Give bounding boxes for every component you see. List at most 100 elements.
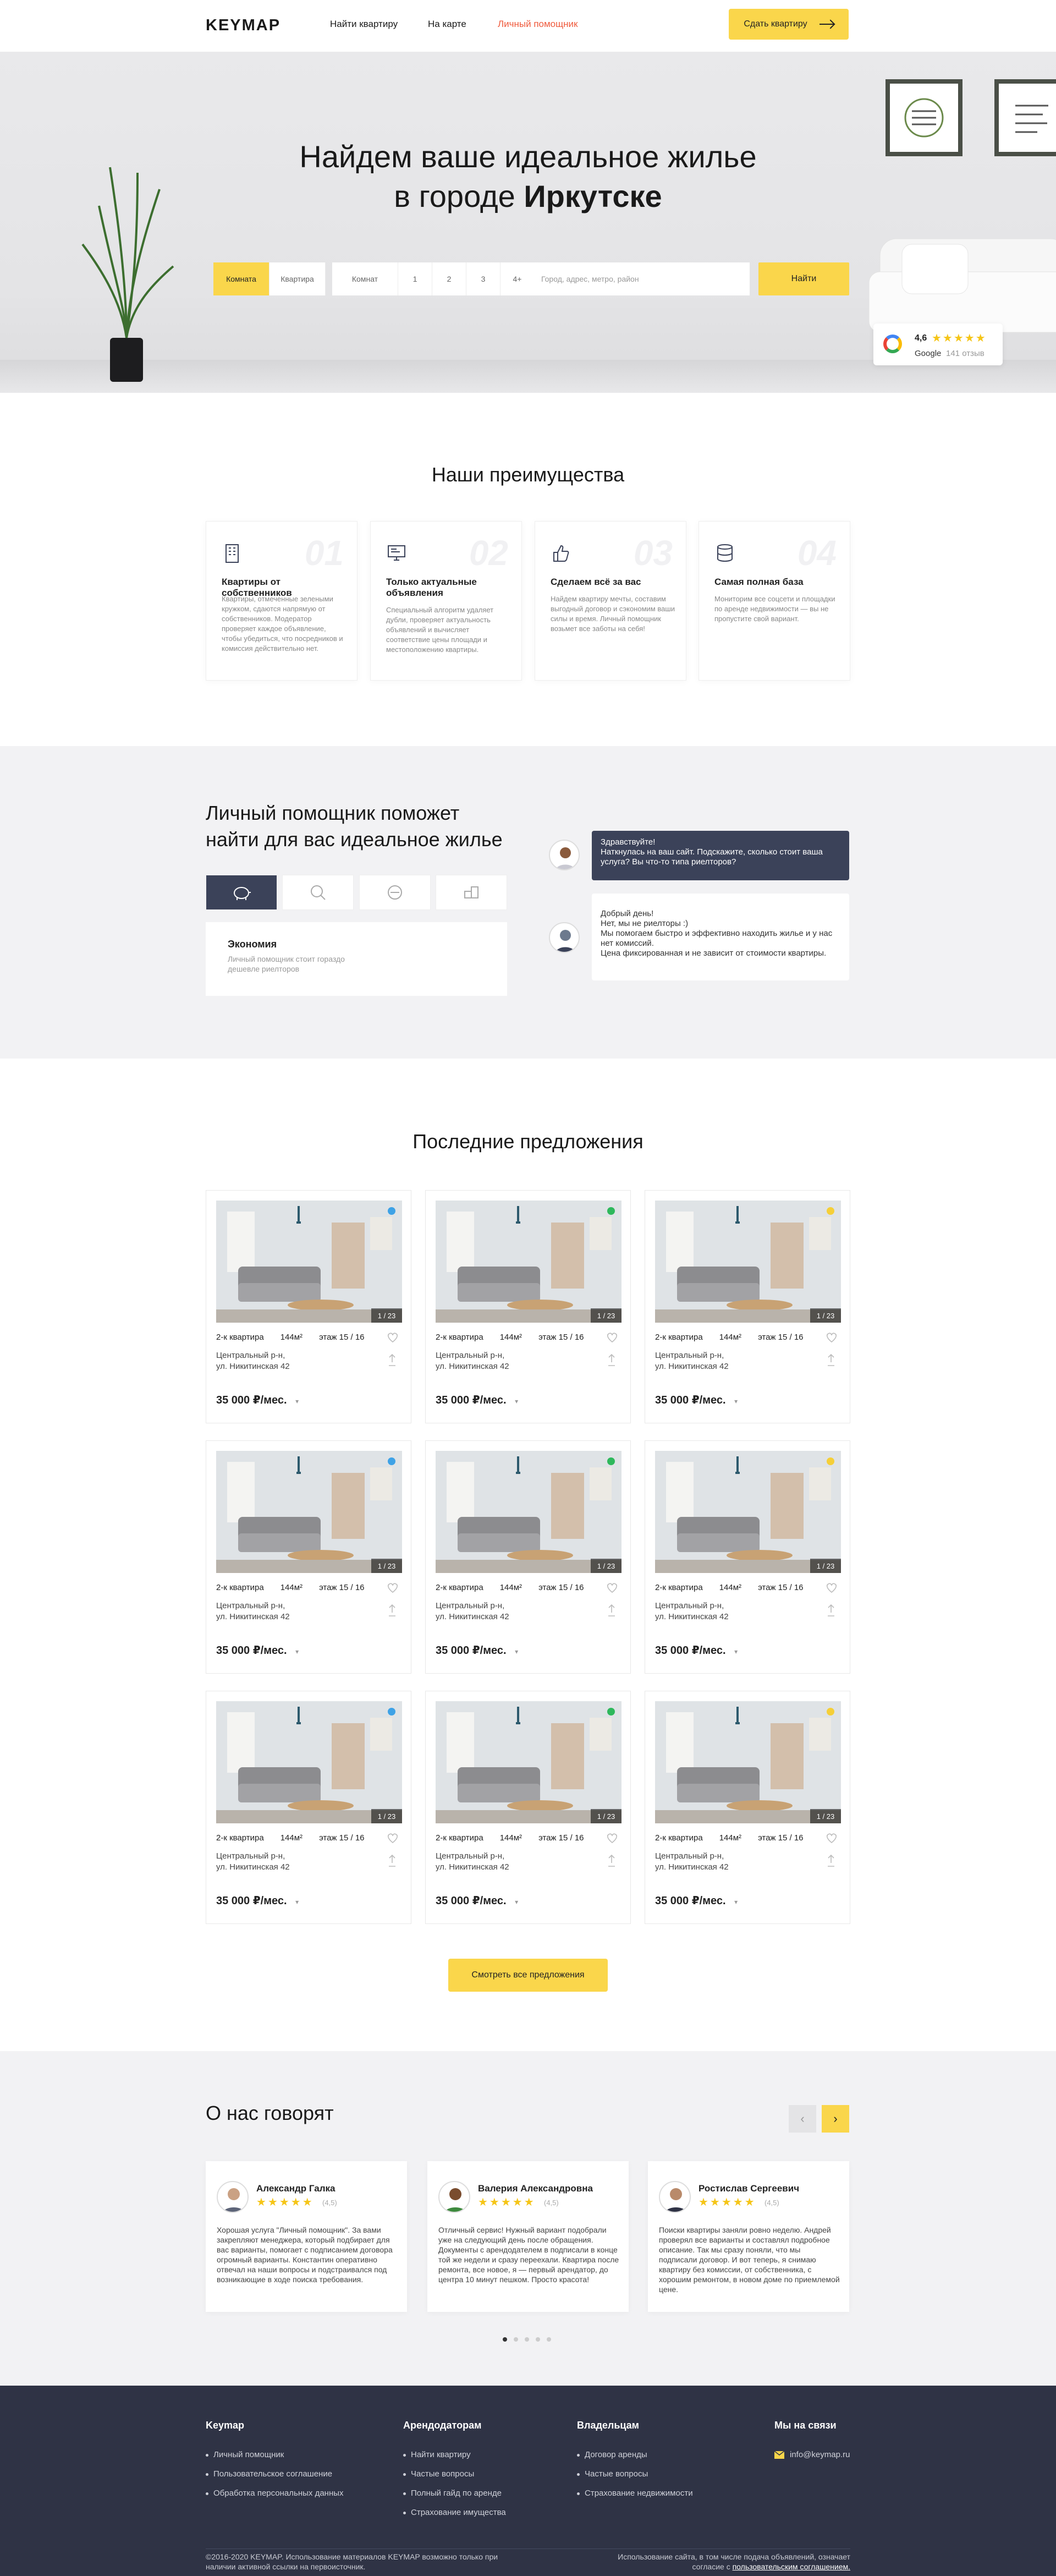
apartment-photo[interactable]: 1 / 23 (655, 1451, 841, 1573)
apartment-area: 144м² (280, 1583, 303, 1592)
price-value: 35 000 ₽/мес. (216, 1895, 287, 1907)
favorite-heart-icon[interactable] (387, 1582, 399, 1594)
apartment-district: Центральный р-н, (216, 1351, 285, 1360)
offer-card[interactable]: 1 / 23 2-к квартира 144м² этаж 15 / 16 Центр… (206, 1691, 411, 1924)
offer-card[interactable]: 1 / 23 2-к квартира 144м² этаж 15 / 16 Центр… (645, 1190, 850, 1423)
pagination-dot[interactable] (514, 2337, 518, 2342)
favorite-heart-icon[interactable] (826, 1582, 838, 1594)
chevron-down-icon[interactable]: ▾ (295, 1648, 299, 1656)
footer-link[interactable]: Обработка персональных данных (206, 2489, 344, 2498)
favorite-heart-icon[interactable] (826, 1832, 838, 1844)
apartment-rooms: 2-к квартира (216, 1833, 264, 1843)
favorite-heart-icon[interactable] (606, 1832, 618, 1844)
share-icon[interactable] (827, 1604, 835, 1617)
view-all-offers-button[interactable]: Смотреть все предложения (448, 1959, 608, 1992)
favorite-heart-icon[interactable] (826, 1331, 838, 1344)
offer-card[interactable]: 1 / 23 2-к квартира 144м² этаж 15 / 16 Центр… (425, 1691, 631, 1924)
owner-status-dot (607, 1457, 615, 1465)
google-rating-badge[interactable]: 4,6 ★★★★★ Google 141 отзыв (873, 324, 1003, 365)
apartment-photo[interactable]: 1 / 23 (436, 1701, 622, 1823)
footer-link[interactable]: Найти квартиру (403, 2450, 506, 2459)
chevron-down-icon[interactable]: ▾ (295, 1898, 299, 1906)
apartment-photo[interactable]: 1 / 23 (216, 1201, 402, 1323)
footer-link[interactable]: Страхование имущества (403, 2508, 506, 2517)
rooms-option-2[interactable]: 2 (432, 262, 466, 295)
tab-moving[interactable] (436, 875, 507, 910)
footer-terms-link[interactable]: пользовательским соглашением. (733, 2562, 850, 2571)
footer-link[interactable]: Частые вопросы (577, 2469, 693, 2479)
footer-link[interactable]: Полный гайд по аренде (403, 2489, 506, 2498)
apartment-street: ул. Никитинская 42 (436, 1862, 509, 1872)
tab-search[interactable] (282, 875, 354, 910)
reviews-next-button[interactable]: › (822, 2105, 849, 2133)
footer-link[interactable]: Личный помощник (206, 2450, 344, 2459)
pagination-dot[interactable] (536, 2337, 540, 2342)
offer-card[interactable]: 1 / 23 2-к квартира 144м² этаж 15 / 16 Центр… (425, 1440, 631, 1674)
share-icon[interactable] (607, 1604, 616, 1617)
apartment-photo[interactable]: 1 / 23 (216, 1451, 402, 1573)
reviews-title: О нас говорят (206, 2102, 334, 2124)
pagination-dot[interactable] (525, 2337, 529, 2342)
apartment-photo[interactable]: 1 / 23 (436, 1451, 622, 1573)
apartment-address: Центральный р-н, ул. Никитинская 42 (655, 1350, 729, 1372)
room-photo-illustration (216, 1451, 402, 1573)
favorite-heart-icon[interactable] (606, 1582, 618, 1594)
share-icon[interactable] (607, 1854, 616, 1867)
nav-on-map[interactable]: На карте (428, 19, 466, 30)
rooms-option-3[interactable]: 3 (466, 262, 501, 295)
share-icon[interactable] (827, 1353, 835, 1367)
type-apartment-toggle[interactable]: Квартира (270, 262, 326, 295)
chevron-down-icon[interactable]: ▾ (515, 1397, 518, 1405)
rooms-option-1[interactable]: 1 (398, 262, 432, 295)
apartment-district: Центральный р-н, (436, 1851, 505, 1861)
apartment-photo[interactable]: 1 / 23 (655, 1201, 841, 1323)
apartment-district: Центральный р-н, (436, 1601, 505, 1610)
share-icon[interactable] (388, 1854, 397, 1867)
offer-card[interactable]: 1 / 23 2-к квартира 144м² этаж 15 / 16 Центр… (645, 1691, 850, 1924)
favorite-heart-icon[interactable] (606, 1331, 618, 1344)
tab-economy[interactable] (206, 875, 277, 910)
apartment-photo[interactable]: 1 / 23 (216, 1701, 402, 1823)
offer-card[interactable]: 1 / 23 2-к квартира 144м² этаж 15 / 16 Центр… (206, 1190, 411, 1423)
offer-card[interactable]: 1 / 23 2-к квартира 144м² этаж 15 / 16 Центр… (645, 1440, 850, 1674)
share-icon[interactable] (827, 1854, 835, 1867)
type-room-toggle[interactable]: Комната (213, 262, 270, 295)
nav-personal-assistant[interactable]: Личный помощник (498, 19, 578, 30)
pagination-dot[interactable] (547, 2337, 551, 2342)
apartment-rooms: 2-к квартира (216, 1583, 264, 1592)
footer-email-link[interactable]: info@keymap.ru (774, 2450, 850, 2459)
chevron-down-icon[interactable]: ▾ (515, 1648, 518, 1656)
favorite-heart-icon[interactable] (387, 1331, 399, 1344)
advantage-title: Только актуальные объявления (386, 577, 477, 598)
footer-link[interactable]: Договор аренды (577, 2450, 693, 2459)
chevron-down-icon[interactable]: ▾ (295, 1397, 299, 1405)
footer-link[interactable]: Пользовательское соглашение (206, 2469, 344, 2479)
footer-link[interactable]: Страхование недвижимости (577, 2489, 693, 2498)
apartment-address: Центральный р-н, ул. Никитинская 42 (655, 1601, 729, 1623)
reviewer-avatar (659, 2181, 691, 2213)
apartment-street: ул. Никитинская 42 (216, 1362, 290, 1371)
logo[interactable]: KEYMAP (206, 17, 280, 35)
share-icon[interactable] (607, 1353, 616, 1367)
chevron-down-icon[interactable]: ▾ (734, 1898, 738, 1906)
search-button[interactable]: Найти (758, 262, 849, 295)
offer-card[interactable]: 1 / 23 2-к квартира 144м² этаж 15 / 16 Центр… (425, 1190, 631, 1423)
monitor-icon (388, 545, 405, 561)
apartment-photo[interactable]: 1 / 23 (436, 1201, 622, 1323)
reviews-prev-button[interactable]: ‹ (789, 2105, 816, 2133)
nav-find-apartment[interactable]: Найти квартиру (330, 19, 398, 30)
pagination-dot[interactable] (503, 2337, 507, 2342)
chevron-down-icon[interactable]: ▾ (515, 1898, 518, 1906)
footer-link[interactable]: Частые вопросы (403, 2469, 506, 2479)
advantage-text: Найдем квартиру мечты, составим выгодный… (551, 595, 675, 633)
tab-contract[interactable] (359, 875, 431, 910)
share-icon[interactable] (388, 1353, 397, 1367)
chevron-down-icon[interactable]: ▾ (734, 1397, 738, 1405)
chevron-down-icon[interactable]: ▾ (734, 1648, 738, 1656)
favorite-heart-icon[interactable] (387, 1832, 399, 1844)
rent-apartment-button[interactable]: Сдать квартиру (729, 9, 849, 40)
share-icon[interactable] (388, 1604, 397, 1617)
search-input[interactable]: Город, адрес, метро, район (526, 262, 750, 295)
offer-card[interactable]: 1 / 23 2-к квартира 144м² этаж 15 / 16 Центр… (206, 1440, 411, 1674)
apartment-photo[interactable]: 1 / 23 (655, 1701, 841, 1823)
